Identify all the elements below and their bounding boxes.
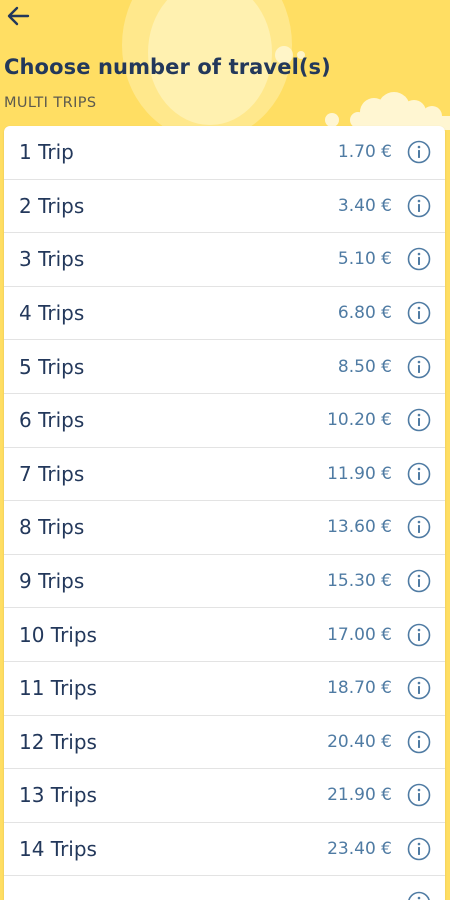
trip-count-label: 5 Trips [19,354,85,379]
trip-option-row[interactable]: 7 Trips 11.90 € [4,448,445,502]
trip-option-row[interactable]: 9 Trips 15.30 € [4,555,445,609]
info-circle-icon[interactable] [407,194,431,218]
trip-price: 20.40 € [327,731,392,752]
trip-price: 1.70 € [337,142,392,163]
info-circle-icon[interactable] [407,408,431,432]
trip-option-row[interactable]: 8 Trips 13.60 € [4,501,445,555]
trip-count-label: 4 Trips [19,301,85,326]
trip-price: 11.90 € [327,463,392,484]
trip-option-row[interactable]: 1 Trip 1.70 € [4,126,445,180]
trip-count-label: 12 Trips [19,729,97,754]
page-title: Choose number of travel(s) [4,55,331,79]
trip-option-row[interactable]: 3 Trips 5.10 € [4,233,445,287]
info-circle-icon[interactable] [407,891,431,900]
trip-count-label: 1 Trip [19,140,74,165]
trip-list: 1 Trip 1.70 € 2 Trips 3.40 € 3 Trips 5.10 € 4 … [4,126,445,900]
info-circle-icon[interactable] [407,676,431,700]
trip-count-label: 6 Trips [19,408,85,433]
trip-price: 6.80 € [337,303,392,324]
trip-option-row[interactable]: 2 Trips 3.40 € [4,180,445,234]
trip-price: 3.40 € [337,195,392,216]
trip-count-label: 3 Trips [19,247,85,272]
trip-count-label: 2 Trips [19,193,85,218]
clouds-decoration [325,92,450,130]
trip-price: 10.20 € [327,410,392,431]
info-circle-icon[interactable] [407,783,431,807]
trip-option-row[interactable]: 13 Trips 21.90 € [4,769,445,823]
trip-count-label: 11 Trips [19,676,97,701]
trip-price: 23.40 € [327,839,392,860]
trip-price: 21.90 € [327,785,392,806]
info-circle-icon[interactable] [407,623,431,647]
trip-price: 8.50 € [337,356,392,377]
info-circle-icon[interactable] [407,462,431,486]
trip-option-row[interactable]: 10 Trips 17.00 € [4,608,445,662]
info-circle-icon[interactable] [407,569,431,593]
info-circle-icon[interactable] [407,515,431,539]
trip-option-row[interactable]: 12 Trips 20.40 € [4,716,445,770]
trip-price: 5.10 € [337,249,392,270]
trip-count-label: 13 Trips [19,783,97,808]
trip-price: 15.30 € [327,571,392,592]
info-circle-icon[interactable] [407,247,431,271]
multi-trips-screen: Choose number of travel(s) MULTI TRIPS 1… [0,0,450,900]
section-label: MULTI TRIPS [4,95,97,111]
trip-option-row[interactable] [4,876,445,900]
trip-count-label: 14 Trips [19,837,97,862]
trip-count-label: 7 Trips [19,461,85,486]
trip-option-row[interactable]: 4 Trips 6.80 € [4,287,445,341]
info-circle-icon[interactable] [407,140,431,164]
info-circle-icon[interactable] [407,355,431,379]
trip-count-label: 10 Trips [19,622,97,647]
trip-option-row[interactable]: 5 Trips 8.50 € [4,340,445,394]
trip-option-row[interactable]: 11 Trips 18.70 € [4,662,445,716]
info-circle-icon[interactable] [407,837,431,861]
trip-price: 13.60 € [327,517,392,538]
trip-option-row[interactable]: 6 Trips 10.20 € [4,394,445,448]
info-circle-icon[interactable] [407,301,431,325]
info-circle-icon[interactable] [407,730,431,754]
trip-count-label: 8 Trips [19,515,85,540]
trip-option-row[interactable]: 14 Trips 23.40 € [4,823,445,877]
trip-price: 17.00 € [327,624,392,645]
trip-count-label: 9 Trips [19,569,85,594]
trip-price: 18.70 € [327,678,392,699]
arrow-left-icon [7,6,30,26]
back-button[interactable] [6,4,32,28]
